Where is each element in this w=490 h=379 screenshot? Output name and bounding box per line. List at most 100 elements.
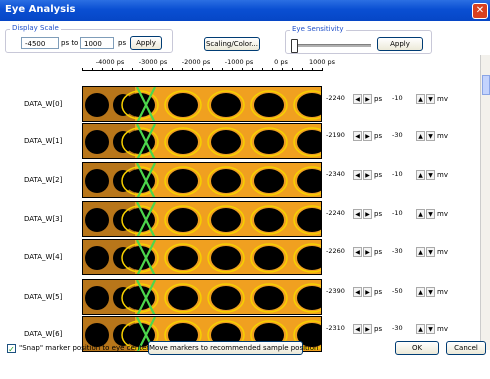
eye-sensitivity-track — [291, 44, 371, 47]
scale-tick-label: -2000 ps — [181, 58, 211, 66]
scale-tick-label: 1000 ps — [308, 58, 336, 66]
eye-opening — [85, 130, 109, 154]
row-label: DATA_W[2] — [24, 176, 63, 184]
signal-row: DATA_W[1] -2190 ◀ ▶ ps -30 ▲ ▼ mv — [0, 123, 470, 159]
scale-tick-label: -4000 ps — [95, 58, 125, 66]
scale-minor-tick — [212, 68, 213, 71]
eye-diagram — [82, 239, 322, 275]
voltage-value: -10 — [392, 209, 403, 217]
voltage-down-arrow-icon[interactable]: ▼ — [426, 170, 435, 180]
signal-row: DATA_W[5] -2390 ◀ ▶ ps -50 ▲ ▼ mv — [0, 279, 470, 315]
voltage-unit-label: mv — [437, 288, 448, 296]
eye-opening — [254, 286, 284, 310]
scale-minor-tick — [182, 68, 183, 71]
scaling-color-button[interactable]: Scaling/Color... — [204, 37, 260, 51]
time-right-arrow-icon[interactable]: ▶ — [363, 287, 372, 297]
time-right-arrow-icon[interactable]: ▶ — [363, 247, 372, 257]
voltage-down-arrow-icon[interactable]: ▼ — [426, 209, 435, 219]
voltage-up-arrow-icon[interactable]: ▲ — [416, 324, 425, 334]
scale-unit-label: ps — [118, 39, 127, 47]
eye-opening — [254, 208, 284, 232]
scale-minor-tick — [242, 68, 243, 71]
close-icon[interactable]: ✕ — [472, 3, 488, 19]
voltage-down-arrow-icon[interactable]: ▼ — [426, 324, 435, 334]
scale-minor-tick — [132, 68, 133, 71]
eye-diagram — [82, 162, 322, 198]
time-unit-label: ps — [374, 171, 383, 179]
ok-button[interactable]: OK — [395, 341, 439, 355]
time-left-arrow-icon[interactable]: ◀ — [353, 324, 362, 334]
voltage-up-arrow-icon[interactable]: ▲ — [416, 170, 425, 180]
row-label: DATA_W[1] — [24, 137, 63, 145]
voltage-up-arrow-icon[interactable]: ▲ — [416, 209, 425, 219]
voltage-unit-label: mv — [437, 95, 448, 103]
time-left-arrow-icon[interactable]: ◀ — [353, 170, 362, 180]
eye-opening — [85, 286, 109, 310]
eye-sensitivity-label: Eye Sensitivity — [290, 25, 346, 33]
voltage-up-arrow-icon[interactable]: ▲ — [416, 287, 425, 297]
eye-opening — [168, 286, 198, 310]
scale-minor-tick — [92, 68, 93, 71]
time-right-arrow-icon[interactable]: ▶ — [363, 94, 372, 104]
vertical-scrollbar[interactable] — [480, 55, 490, 350]
time-unit-label: ps — [374, 132, 383, 140]
scale-minor-tick — [222, 68, 223, 71]
time-value: -2240 — [326, 94, 345, 102]
scale-from-input[interactable]: -4500 — [21, 37, 59, 49]
voltage-unit-label: mv — [437, 171, 448, 179]
scale-to-input[interactable]: 1000 — [80, 37, 114, 49]
window-title: Eye Analysis — [5, 4, 76, 15]
time-left-arrow-icon[interactable]: ◀ — [353, 131, 362, 141]
eye-opening — [168, 169, 198, 193]
eye-sensitivity-slider[interactable] — [291, 39, 298, 53]
scale-minor-tick — [262, 68, 263, 71]
scrollbar-thumb[interactable] — [482, 75, 490, 95]
eye-opening — [211, 169, 241, 193]
voltage-value: -50 — [392, 287, 403, 295]
time-right-arrow-icon[interactable]: ▶ — [363, 170, 372, 180]
sensitivity-apply-button[interactable]: Apply — [377, 37, 423, 51]
time-left-arrow-icon[interactable]: ◀ — [353, 247, 362, 257]
voltage-unit-label: mv — [437, 210, 448, 218]
eye-opening — [254, 246, 284, 270]
eye-diagram — [82, 279, 322, 315]
eye-opening — [254, 130, 284, 154]
eye-opening — [211, 130, 241, 154]
eye-diagram — [82, 86, 322, 122]
voltage-down-arrow-icon[interactable]: ▼ — [426, 287, 435, 297]
time-left-arrow-icon[interactable]: ◀ — [353, 94, 362, 104]
eye-opening — [211, 286, 241, 310]
time-scale: -4000 ps -3000 ps -2000 ps -1000 ps 0 ps… — [82, 58, 335, 80]
time-right-arrow-icon[interactable]: ▶ — [363, 209, 372, 219]
cancel-button[interactable]: Cancel — [446, 341, 486, 355]
voltage-down-arrow-icon[interactable]: ▼ — [426, 247, 435, 257]
row-label: DATA_W[3] — [24, 215, 63, 223]
eye-opening — [85, 208, 109, 232]
move-markers-button[interactable]: Move markers to recommended sample posit… — [148, 341, 318, 355]
scale-minor-tick — [162, 68, 163, 71]
scale-minor-tick — [172, 68, 173, 71]
time-left-arrow-icon[interactable]: ◀ — [353, 209, 362, 219]
eye-opening — [85, 93, 109, 117]
voltage-up-arrow-icon[interactable]: ▲ — [416, 131, 425, 141]
time-right-arrow-icon[interactable]: ▶ — [363, 131, 372, 141]
row-label: DATA_W[0] — [24, 100, 63, 108]
voltage-value: -30 — [392, 324, 403, 332]
time-value: -2240 — [326, 209, 345, 217]
voltage-down-arrow-icon[interactable]: ▼ — [426, 94, 435, 104]
voltage-value: -30 — [392, 247, 403, 255]
time-value: -2340 — [326, 170, 345, 178]
scale-minor-tick — [82, 68, 83, 71]
row-label: DATA_W[4] — [24, 253, 63, 261]
eye-opening — [168, 130, 198, 154]
scale-minor-tick — [232, 68, 233, 71]
snap-checkbox[interactable]: ✓ — [7, 344, 16, 354]
scale-apply-button[interactable]: Apply — [130, 36, 162, 50]
time-left-arrow-icon[interactable]: ◀ — [353, 287, 362, 297]
eye-opening — [85, 246, 109, 270]
voltage-up-arrow-icon[interactable]: ▲ — [416, 247, 425, 257]
eye-opening — [85, 169, 109, 193]
time-right-arrow-icon[interactable]: ▶ — [363, 324, 372, 334]
voltage-up-arrow-icon[interactable]: ▲ — [416, 94, 425, 104]
voltage-down-arrow-icon[interactable]: ▼ — [426, 131, 435, 141]
